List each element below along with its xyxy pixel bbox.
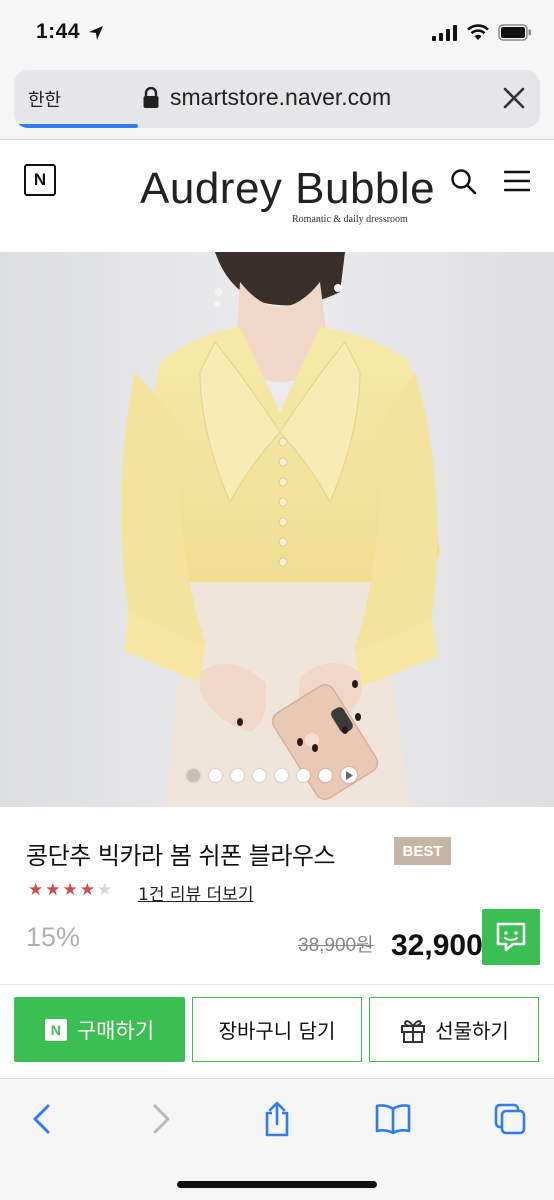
- home-indicator[interactable]: [177, 1181, 377, 1188]
- signal-icon: [432, 24, 457, 41]
- carousel-dot-7[interactable]: [319, 768, 332, 782]
- gift-button[interactable]: 선물하기: [369, 997, 539, 1062]
- close-icon[interactable]: [500, 84, 528, 112]
- url-text[interactable]: smartstore.naver.com: [170, 84, 391, 111]
- star-icon: ★: [62, 880, 78, 900]
- address-bar[interactable]: 한한 smartstore.naver.com: [14, 70, 540, 128]
- browser-toolbar: [0, 1078, 554, 1200]
- tabs-icon: [494, 1103, 526, 1135]
- share-button[interactable]: [257, 1099, 297, 1139]
- cart-button-label: 장바구니 담기: [218, 1019, 336, 1043]
- product-image[interactable]: [0, 252, 554, 807]
- wifi-icon: [467, 24, 489, 40]
- star-icon: ★: [79, 880, 95, 900]
- add-to-cart-button[interactable]: 장바구니 담기: [192, 997, 362, 1062]
- reader-aa-button[interactable]: 한한: [28, 86, 61, 112]
- brand-tagline: Romantic & daily dressroom: [292, 214, 408, 225]
- book-icon: [375, 1104, 411, 1135]
- carousel-dot-5[interactable]: [275, 768, 288, 782]
- buy-button[interactable]: N 구매하기: [14, 997, 185, 1062]
- forward-button[interactable]: [141, 1099, 181, 1139]
- star-rating: ★ ★ ★ ★ ★: [28, 882, 112, 899]
- review-link[interactable]: 1건 리뷰 더보기: [138, 880, 253, 905]
- naver-logo[interactable]: N: [24, 164, 56, 196]
- page-load-progress: [18, 124, 138, 128]
- original-price: 38,900원: [298, 935, 374, 956]
- battery-icon: [498, 24, 531, 41]
- carousel-dot-1[interactable]: [187, 768, 200, 782]
- share-icon: [265, 1101, 289, 1137]
- carousel-dot-2[interactable]: [209, 768, 222, 782]
- product-title: 콩단추 빅카라 봄 쉬폰 블라우스: [26, 842, 336, 870]
- star-icon: ★: [45, 880, 61, 900]
- best-badge: BEST: [394, 837, 451, 865]
- chevron-right-icon: [153, 1104, 170, 1134]
- image-carousel-indicators: [187, 767, 357, 783]
- lock-icon: [143, 87, 159, 108]
- back-button[interactable]: [22, 1099, 62, 1139]
- star-icon: ★: [28, 880, 44, 900]
- play-icon[interactable]: [341, 767, 357, 783]
- star-empty-icon: ★: [97, 880, 113, 900]
- gift-icon: [401, 1019, 426, 1043]
- tabs-button[interactable]: [490, 1099, 530, 1139]
- sale-price: 32,900원: [391, 929, 484, 962]
- location-arrow-icon: [89, 26, 103, 40]
- discount-rate: 15%: [26, 922, 81, 952]
- site-header: N Audrey Bubble Romantic & daily dressro…: [0, 140, 554, 252]
- gift-button-label: 선물하기: [435, 1019, 509, 1043]
- brand-name[interactable]: Audrey Bubble: [140, 164, 435, 214]
- talk-talk-button[interactable]: [482, 909, 540, 965]
- browser-address-area: 한한 smartstore.naver.com: [0, 64, 554, 140]
- naver-pay-icon: N: [44, 1018, 67, 1041]
- chat-bubble-icon: [496, 922, 526, 952]
- carousel-dot-3[interactable]: [231, 768, 244, 782]
- status-bar: 1:44: [0, 0, 554, 64]
- bookmarks-button[interactable]: [373, 1099, 413, 1139]
- product-photo: [0, 252, 554, 807]
- chevron-left-icon: [33, 1104, 50, 1134]
- menu-icon[interactable]: [504, 170, 530, 192]
- search-icon[interactable]: [450, 168, 478, 196]
- status-time: 1:44: [36, 20, 81, 43]
- carousel-dot-4[interactable]: [253, 768, 266, 782]
- buy-button-label: 구매하기: [76, 1018, 155, 1043]
- carousel-dot-6[interactable]: [297, 768, 310, 782]
